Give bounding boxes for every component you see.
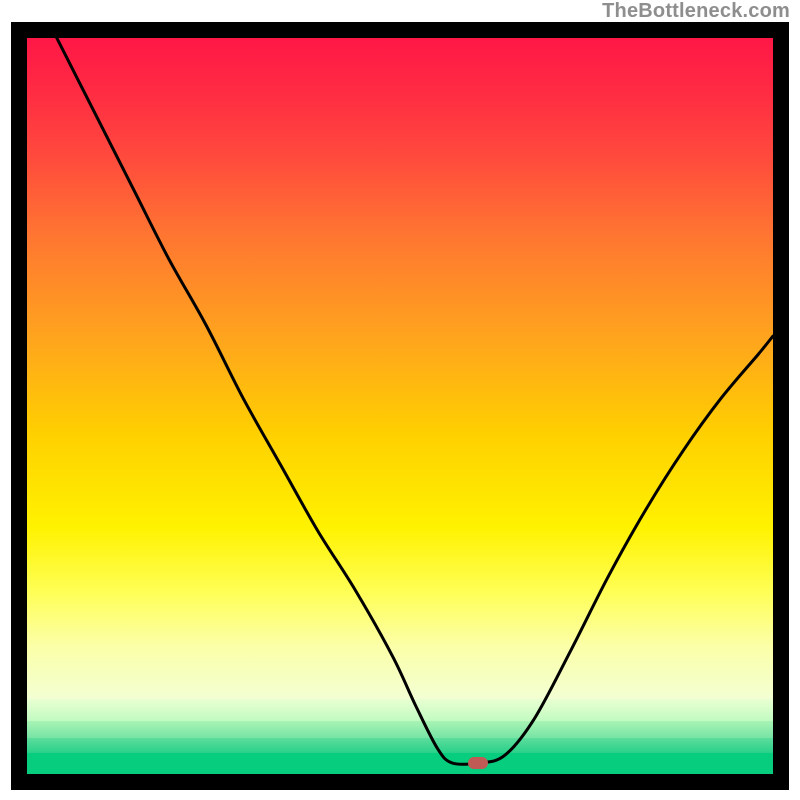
chart-frame (11, 22, 789, 790)
bottleneck-curve (57, 38, 773, 764)
chart-plot-area (27, 38, 773, 774)
chart-curve-svg (27, 38, 773, 774)
chart-marker (468, 757, 488, 769)
watermark-text: TheBottleneck.com (602, 0, 790, 23)
